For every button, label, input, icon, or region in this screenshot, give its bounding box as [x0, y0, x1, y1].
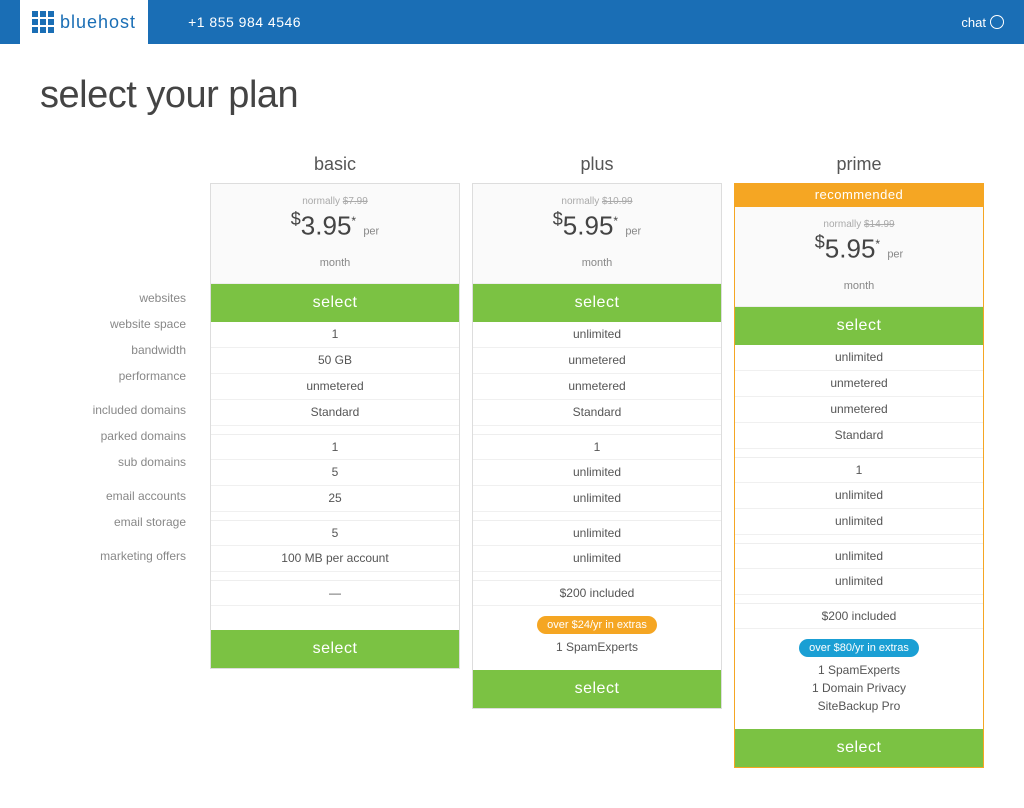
plan-plus-price-box: normally $10.99 $5.95* permonth: [473, 184, 721, 284]
feature-label-bandwidth: bandwidth: [40, 337, 210, 363]
feature-label-websites: websites: [40, 285, 210, 311]
plan-plus-sub-domains: unlimited: [473, 486, 721, 512]
header: bluehost +1 855 984 4546 chat: [0, 0, 1024, 44]
feature-label-performance: performance: [40, 363, 210, 389]
plan-plus-original-price: $10.99: [602, 196, 633, 207]
header-chat[interactable]: chat: [961, 15, 1004, 30]
main-content: select your plan websites website space …: [0, 44, 1024, 808]
plan-plus-card: normally $10.99 $5.95* permonth select u…: [472, 183, 722, 709]
plan-basic-performance: Standard: [211, 400, 459, 426]
plan-basic-bandwidth: unmetered: [211, 374, 459, 400]
plan-prime-included-domains: 1: [735, 457, 983, 483]
plan-plus-extras-badge: over $24/yr in extras: [537, 616, 657, 634]
plan-prime-price: $5.95* permonth: [745, 232, 973, 296]
plans-wrapper: websites website space bandwidth perform…: [40, 147, 984, 768]
plan-basic-features: 1 50 GB unmetered Standard 1: [211, 322, 459, 606]
plan-prime-card: normally $14.99 $5.95* permonth select u…: [734, 206, 984, 768]
plan-prime-select-bottom-button[interactable]: select: [735, 729, 983, 767]
plan-basic-select-bottom-button[interactable]: select: [211, 630, 459, 668]
plan-prime-extras-badge: over $80/yr in extras: [799, 639, 919, 657]
logo-grid-icon: [32, 11, 54, 33]
plan-prime-email-accounts: unlimited: [735, 543, 983, 569]
plan-plus-extra-item-1: 1 SpamExperts: [479, 638, 715, 656]
plan-prime-features: unlimited unmetered unmetered Standard 1: [735, 345, 983, 629]
features-column: websites website space bandwidth perform…: [40, 147, 210, 569]
plan-basic-marketing: —: [211, 580, 459, 606]
chat-bubble-icon: [990, 15, 1004, 29]
logo-area[interactable]: bluehost: [20, 0, 148, 44]
plan-basic: basic normally $7.99 $3.95* permonth sel…: [210, 147, 460, 768]
plan-prime-email-storage: unlimited: [735, 569, 983, 595]
chat-label: chat: [961, 15, 986, 30]
plan-prime-extra-item-1: 1 SpamExperts: [741, 661, 977, 679]
feature-label-marketing-offers: marketing offers: [40, 543, 210, 569]
plan-basic-sub-domains: 25: [211, 486, 459, 512]
plan-prime-extra-item-3: SiteBackup Pro: [741, 697, 977, 715]
feature-label-included-domains: included domains: [40, 397, 210, 423]
plan-basic-parked-domains: 5: [211, 460, 459, 486]
plan-plus-email-accounts: unlimited: [473, 520, 721, 546]
plan-basic-normally: normally $7.99: [221, 196, 449, 207]
logo-text: bluehost: [60, 12, 136, 33]
feature-label-parked-domains: parked domains: [40, 423, 210, 449]
plan-prime-parked-domains: unlimited: [735, 483, 983, 509]
plan-prime-website-space: unmetered: [735, 371, 983, 397]
plan-basic-included-domains: 1: [211, 434, 459, 460]
plan-plus-select-top-button[interactable]: select: [473, 284, 721, 322]
plan-plus-extras-area: over $24/yr in extras 1 SpamExperts: [473, 606, 721, 662]
plan-basic-price: $3.95* permonth: [221, 209, 449, 273]
plan-plus-price: $5.95* permonth: [483, 209, 711, 273]
feature-label-email-storage: email storage: [40, 509, 210, 535]
plan-basic-email-storage: 100 MB per account: [211, 546, 459, 572]
plan-plus: plus normally $10.99 $5.95* permonth sel…: [472, 147, 722, 768]
feature-label-email-accounts: email accounts: [40, 483, 210, 509]
plan-prime-select-top-button[interactable]: select: [735, 307, 983, 345]
plan-plus-normally: normally $10.99: [483, 196, 711, 207]
plans-columns: basic normally $7.99 $3.95* permonth sel…: [210, 147, 984, 768]
plan-basic-original-price: $7.99: [343, 196, 368, 207]
plan-prime-marketing: $200 included: [735, 603, 983, 629]
plan-basic-select-top-button[interactable]: select: [211, 284, 459, 322]
plan-plus-websites: unlimited: [473, 322, 721, 348]
plan-prime-websites: unlimited: [735, 345, 983, 371]
plan-prime-name: prime: [734, 147, 984, 175]
plan-basic-name: basic: [210, 147, 460, 175]
plan-basic-card: normally $7.99 $3.95* permonth select 1: [210, 183, 460, 669]
plan-plus-name: plus: [472, 147, 722, 175]
plan-plus-features: unlimited unmetered unmetered Standard 1: [473, 322, 721, 606]
plan-plus-bandwidth: unmetered: [473, 374, 721, 400]
plan-prime-extras-area: over $80/yr in extras 1 SpamExperts 1 Do…: [735, 629, 983, 721]
plan-basic-email-accounts: 5: [211, 520, 459, 546]
plan-prime-original-price: $14.99: [864, 219, 895, 230]
plan-basic-extras-area: [211, 606, 459, 622]
plan-plus-included-domains: 1: [473, 434, 721, 460]
plan-basic-price-box: normally $7.99 $3.95* permonth: [211, 184, 459, 284]
plan-basic-website-space: 50 GB: [211, 348, 459, 374]
plan-plus-select-bottom-button[interactable]: select: [473, 670, 721, 708]
page-title: select your plan: [40, 74, 984, 117]
plan-plus-email-storage: unlimited: [473, 546, 721, 572]
plan-prime-normally: normally $14.99: [745, 219, 973, 230]
feature-label-website-space: website space: [40, 311, 210, 337]
plan-plus-performance: Standard: [473, 400, 721, 426]
feature-label-sub-domains: sub domains: [40, 449, 210, 475]
header-phone: +1 855 984 4546: [188, 14, 301, 30]
plan-prime-performance: Standard: [735, 423, 983, 449]
plan-prime-sub-domains: unlimited: [735, 509, 983, 535]
plan-prime-recommended-badge: recommended: [734, 183, 984, 206]
plan-plus-parked-domains: unlimited: [473, 460, 721, 486]
plan-plus-website-space: unmetered: [473, 348, 721, 374]
plan-prime-extra-item-2: 1 Domain Privacy: [741, 679, 977, 697]
plan-prime-bandwidth: unmetered: [735, 397, 983, 423]
plan-plus-marketing: $200 included: [473, 580, 721, 606]
plan-basic-websites: 1: [211, 322, 459, 348]
plan-prime-price-box: normally $14.99 $5.95* permonth: [735, 207, 983, 307]
plan-prime: prime recommended normally $14.99 $5.95*…: [734, 147, 984, 768]
